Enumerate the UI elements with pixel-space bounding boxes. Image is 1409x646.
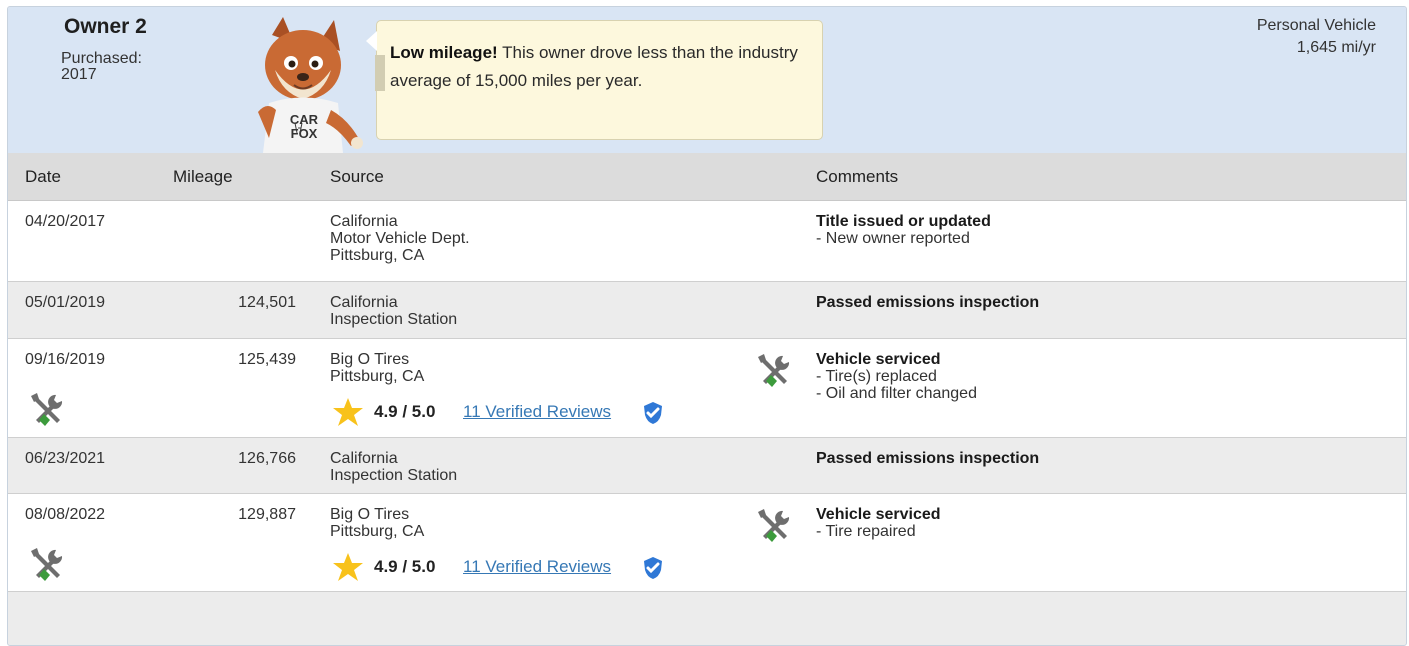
row-date: 08/08/2022 [25,506,106,523]
owner-title: Owner 2 [64,15,147,38]
row-mileage: 126,766 [238,450,296,467]
history-row: 05/01/2019 124,501 California Inspection… [8,282,1406,339]
verified-reviews-link[interactable]: 11 Verified Reviews [463,558,611,575]
source-line: Pittsburg, CA [330,523,425,540]
svg-text:CAR: CAR [290,112,319,127]
comment-title: Passed emissions inspection [816,450,1040,467]
comment-item: - Tire repaired [816,523,916,540]
owner-header: Owner 2 Purchased: 2017 CAR FOX Low mile… [8,7,1406,153]
row-comments: Vehicle serviced - Tire repaired [816,506,941,540]
history-row: 06/23/2021 126,766 California Inspection… [8,438,1406,494]
row-source: Big O Tires Pittsburg, CA [330,506,424,540]
history-row: 09/16/2019 125,439 Big O Tires Pittsburg… [8,339,1406,438]
history-table-header: Date Mileage Source Comments [8,153,1406,201]
source-column-header: Source [330,167,384,186]
row-mileage: 124,501 [238,294,296,311]
low-mileage-callout: Low mileage! This owner drove less than … [366,20,823,140]
comments-column-header: Comments [816,167,899,186]
purchased-year: 2017 [61,66,97,83]
svg-text:FOX: FOX [291,126,318,141]
source-line: Pittsburg, CA [330,247,425,264]
purchase-info: Purchased: 2017 [61,51,181,83]
service-tools-icon [31,393,63,426]
row-date: 05/01/2019 [25,294,106,311]
source-line: Inspection Station [330,467,458,484]
carfox-shirt-text: CAR FOX [290,112,319,141]
mileage-per-year: 1,645 mi/yr [1296,39,1376,56]
vehicle-type: Personal Vehicle [1256,17,1376,34]
date-column-header: Date [25,167,61,186]
row-date: 06/23/2021 [25,450,106,467]
source-line: Big O Tires [330,506,410,523]
row-mileage: 129,887 [238,506,296,523]
comment-title: Passed emissions inspection [816,294,1040,311]
comment-title: Vehicle serviced [816,351,941,368]
verified-shield-icon [644,402,662,424]
comment-title: Vehicle serviced [816,506,941,523]
row-comments: Passed emissions inspection [816,294,1039,311]
verified-reviews-link[interactable]: 11 Verified Reviews [463,403,611,420]
row-comments: Passed emissions inspection [816,450,1039,467]
row-comments: Title issued or updated - New owner repo… [816,213,991,247]
star-icon [333,553,363,581]
rating-value: 4.9 / 5.0 [374,557,436,576]
callout-heading: Low mileage! [390,43,498,62]
source-line: California [330,294,398,311]
source-line: California [330,450,398,467]
vehicle-summary: Personal Vehicle 1,645 mi/yr [1257,15,1376,59]
source-line: California [330,213,398,230]
service-tools-icon [758,509,790,542]
source-line: Inspection Station [330,311,458,328]
row-source: California Inspection Station [330,450,457,484]
source-line: Pittsburg, CA [330,368,425,385]
row-date: 09/16/2019 [25,351,106,368]
comment-item: - New owner reported [816,230,970,247]
row-mileage: 125,439 [238,351,296,368]
service-tools-icon [31,548,63,581]
history-row: 08/08/2022 129,887 Big O Tires Pittsburg… [8,494,1406,592]
service-tools-icon [758,354,790,387]
comment-item: - Tire(s) replaced [816,368,937,385]
owner-history-panel: Owner 2 Purchased: 2017 CAR FOX Low mile… [7,6,1407,646]
row-date: 04/20/2017 [25,213,106,230]
star-icon [333,398,363,426]
source-line: Big O Tires [330,351,410,368]
comment-title: Title issued or updated [816,213,991,230]
callout-accent [375,55,385,91]
callout-arrow [366,31,377,51]
row-source: California Motor Vehicle Dept. Pittsburg… [330,213,470,264]
row-source: Big O Tires Pittsburg, CA [330,351,424,385]
source-line: Motor Vehicle Dept. [330,230,470,247]
verified-shield-icon [644,557,662,579]
row-comments: Vehicle serviced - Tire(s) replaced - Oi… [816,351,977,402]
rating-value: 4.9 / 5.0 [374,402,436,421]
row-source: California Inspection Station [330,294,457,328]
comment-item: - Oil and filter changed [816,385,977,402]
purchased-label: Purchased: [61,50,142,67]
history-row: 04/20/2017 California Motor Vehicle Dept… [8,201,1406,282]
mileage-column-header: Mileage [173,167,233,186]
